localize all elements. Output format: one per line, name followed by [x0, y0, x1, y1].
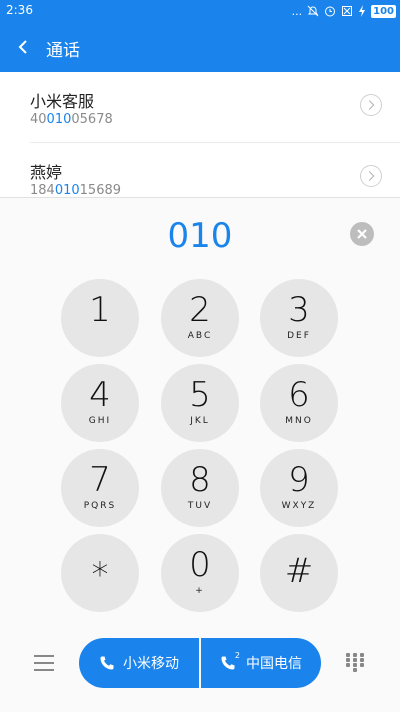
page-title: 通话 — [46, 41, 80, 61]
contact-name: 小米客服 — [30, 92, 95, 111]
key-7[interactable]: 7 PQRS — [61, 449, 139, 527]
sim2-badge: 2 — [234, 651, 240, 660]
dialed-number: 010 — [167, 216, 233, 256]
key-1[interactable]: 1 — [61, 279, 139, 357]
phone-icon — [100, 656, 114, 670]
more-dots: ... — [291, 4, 303, 18]
key-4[interactable]: 4 GHI — [61, 364, 139, 442]
mute-bell-icon — [307, 5, 319, 17]
contact-name: 燕婷 — [30, 163, 63, 182]
keypad-icon[interactable] — [346, 653, 364, 673]
contact-row[interactable]: 燕婷 18401015689 — [0, 143, 400, 198]
menu-icon[interactable] — [34, 655, 54, 671]
contact-number: 4001005678 — [30, 112, 113, 127]
call-sim2-label: 中国电信 — [246, 656, 302, 672]
dialpad-panel: 010 1 2 ABC 3 DEF 4 GHI 5 JKL 6 MNO 7 PQRS 8 TU… — [0, 197, 400, 712]
key-star[interactable]: * — [61, 534, 139, 612]
status-bar: 2:36 ... 100 — [0, 0, 400, 22]
clear-icon[interactable] — [350, 222, 374, 246]
back-icon[interactable] — [12, 35, 36, 59]
phone-sim2-icon: 2 — [220, 651, 240, 671]
status-icons: ... 100 — [292, 3, 396, 19]
key-9[interactable]: 9 WXYZ — [260, 449, 338, 527]
status-time: 2:36 — [6, 3, 33, 17]
call-sim1-button[interactable]: 小米移动 — [79, 638, 199, 688]
alarm-icon — [325, 6, 336, 17]
contact-number: 18401015689 — [30, 183, 122, 198]
contact-row[interactable]: 小米客服 4001005678 — [0, 72, 400, 142]
app-bar: 通话 — [0, 22, 400, 72]
chevron-right-icon[interactable] — [360, 165, 382, 187]
key-0[interactable]: 0 + — [161, 534, 239, 612]
key-2[interactable]: 2 ABC — [161, 279, 239, 357]
key-hash[interactable]: # — [260, 534, 338, 612]
chevron-right-icon[interactable] — [360, 94, 382, 116]
key-6[interactable]: 6 MNO — [260, 364, 338, 442]
key-8[interactable]: 8 TUV — [161, 449, 239, 527]
sim-off-icon — [342, 6, 353, 16]
charging-icon — [359, 5, 366, 17]
key-3[interactable]: 3 DEF — [260, 279, 338, 357]
battery-level: 100 — [371, 4, 396, 18]
key-5[interactable]: 5 JKL — [161, 364, 239, 442]
call-sim2-button[interactable]: 2 中国电信 — [201, 638, 321, 688]
call-sim1-label: 小米移动 — [123, 656, 179, 672]
